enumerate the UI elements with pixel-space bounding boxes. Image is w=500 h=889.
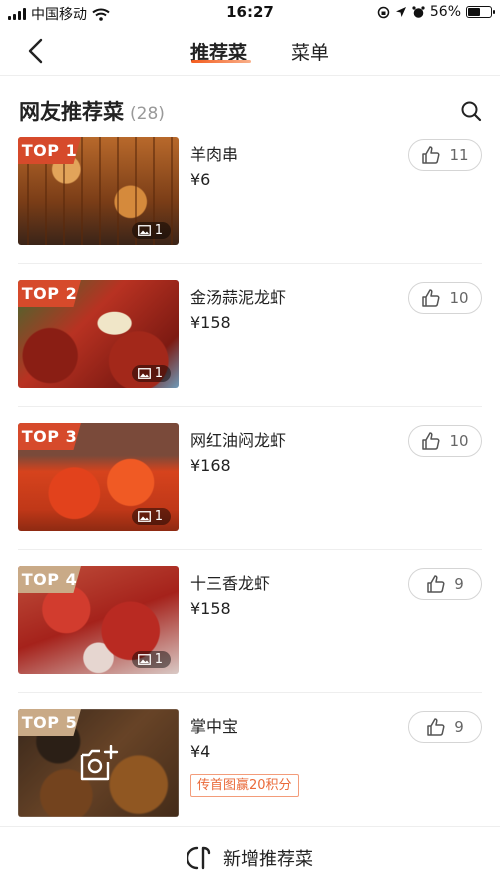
rank-badge: TOP 1 <box>18 137 81 164</box>
image-count: 1 <box>154 223 163 238</box>
section-header: 网友推荐菜 (28) <box>19 96 482 126</box>
dish-row[interactable]: TOP 1 1 羊肉串 ¥6 11 <box>0 137 500 280</box>
like-count: 9 <box>454 575 464 593</box>
rank-badge: TOP 4 <box>18 566 81 593</box>
thumbs-up-icon <box>422 432 440 450</box>
divider <box>18 406 482 407</box>
image-icon <box>137 368 151 379</box>
image-count-badge: 1 <box>131 365 171 382</box>
thumbs-up-icon <box>427 718 445 736</box>
rank-badge: TOP 3 <box>18 423 81 450</box>
image-count-badge: 1 <box>131 508 171 525</box>
like-button[interactable]: 11 <box>408 139 482 171</box>
image-icon <box>137 511 151 522</box>
dish-row[interactable]: TOP 3 1 网红油闷龙虾 ¥168 10 <box>0 423 500 566</box>
rotation-lock-icon <box>377 6 390 18</box>
dish-list: TOP 1 1 羊肉串 ¥6 11 TOP 2 1 金汤蒜泥龙虾 ¥158 10 <box>0 137 500 852</box>
thumbs-up-icon <box>422 146 440 164</box>
dish-price: ¥158 <box>190 599 231 618</box>
battery-icon <box>466 6 495 18</box>
image-count-badge: 1 <box>131 651 171 668</box>
like-button[interactable]: 9 <box>408 711 482 743</box>
rank-badge: TOP 2 <box>18 280 81 307</box>
dish-row[interactable]: TOP 2 1 金汤蒜泥龙虾 ¥158 10 <box>0 280 500 423</box>
status-right: 56% <box>377 4 495 20</box>
dish-price: ¥6 <box>190 170 211 189</box>
image-icon <box>137 225 151 236</box>
tab-menu[interactable]: 菜单 <box>291 38 329 65</box>
back-arrow-icon[interactable] <box>22 36 50 66</box>
location-icon <box>395 7 406 17</box>
image-icon <box>137 654 151 665</box>
divider <box>18 692 482 693</box>
like-count: 9 <box>454 718 464 736</box>
like-count: 10 <box>449 289 469 307</box>
add-photo-icon[interactable] <box>78 745 120 783</box>
active-tab-indicator <box>191 60 251 63</box>
image-count: 1 <box>154 366 163 381</box>
rank-badge: TOP 5 <box>18 709 81 736</box>
add-recommended-dish-button[interactable]: 新增推荐菜 <box>0 826 500 889</box>
dish-photo[interactable]: TOP 2 1 <box>18 280 179 388</box>
dish-photo[interactable]: TOP 4 1 <box>18 566 179 674</box>
image-count: 1 <box>154 509 163 524</box>
dish-name: 羊肉串 <box>190 145 239 164</box>
dish-price: ¥158 <box>190 313 231 332</box>
dish-row[interactable]: TOP 4 1 十三香龙虾 ¥158 9 <box>0 566 500 709</box>
thumbs-up-icon <box>427 575 445 593</box>
search-icon[interactable] <box>460 100 482 122</box>
dish-name: 十三香龙虾 <box>190 574 271 593</box>
dish-name: 掌中宝 <box>190 717 239 736</box>
like-count: 10 <box>449 432 469 450</box>
dish-photo[interactable]: TOP 3 1 <box>18 423 179 531</box>
add-dish-icon <box>187 846 211 870</box>
dish-name: 金汤蒜泥龙虾 <box>190 288 287 307</box>
dish-name: 网红油闷龙虾 <box>190 431 287 450</box>
status-bar: 中国移动 16:27 56% <box>0 0 500 26</box>
battery-percent: 56% <box>429 4 461 20</box>
like-count: 11 <box>449 146 469 164</box>
divider <box>18 549 482 550</box>
like-button[interactable]: 9 <box>408 568 482 600</box>
dish-price: ¥4 <box>190 742 211 761</box>
image-count: 1 <box>154 652 163 667</box>
nav-bar: 推荐菜 菜单 <box>0 26 500 76</box>
like-button[interactable]: 10 <box>408 282 482 314</box>
like-button[interactable]: 10 <box>408 425 482 457</box>
dish-photo-placeholder[interactable]: TOP 5 <box>18 709 179 817</box>
divider <box>18 263 482 264</box>
alarm-icon <box>412 5 425 18</box>
dish-price: ¥168 <box>190 456 231 475</box>
thumbs-up-icon <box>422 289 440 307</box>
section-title: 网友推荐菜 <box>19 100 124 124</box>
section-count: (28) <box>130 104 165 124</box>
upload-photo-promo-tag[interactable]: 传首图赢20积分 <box>190 774 299 797</box>
add-dish-label: 新增推荐菜 <box>223 849 313 870</box>
dish-photo[interactable]: TOP 1 1 <box>18 137 179 245</box>
image-count-badge: 1 <box>131 222 171 239</box>
